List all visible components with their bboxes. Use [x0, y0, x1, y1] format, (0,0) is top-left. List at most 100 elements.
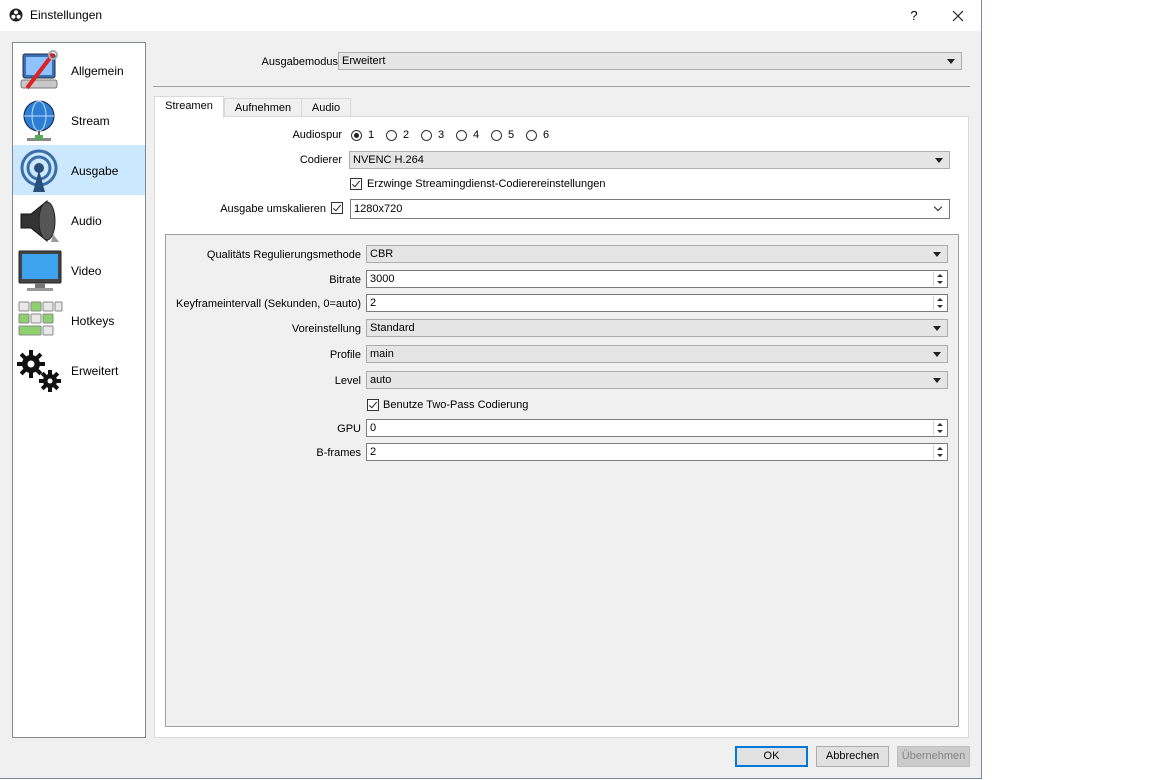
chevron-down-icon — [947, 59, 955, 64]
audio-track-radio-label: 4 — [473, 129, 480, 141]
sidebar-item-label: Allgemein — [71, 64, 124, 78]
sidebar-item-label: Video — [71, 264, 102, 278]
audio-track-radio-label: 6 — [543, 129, 550, 141]
sidebar-item-label: Ausgabe — [71, 164, 119, 178]
encoder-value: NVENC H.264 — [353, 154, 424, 166]
force-streaming-settings-checkbox[interactable] — [350, 178, 362, 190]
encoder-select[interactable]: NVENC H.264 — [349, 151, 950, 169]
preset-value: Standard — [370, 322, 415, 334]
output-mode-label: Ausgabemodus — [261, 56, 338, 68]
spin-buttons[interactable] — [933, 445, 946, 459]
two-pass-checkbox[interactable] — [367, 399, 379, 411]
audio-track-radio-label: 2 — [403, 129, 410, 141]
chevron-down-icon — [933, 252, 941, 257]
sidebar-item-label: Audio — [71, 214, 102, 228]
sidebar-item-erweitert[interactable]: Erweitert — [13, 345, 145, 395]
audio-track-radio-1[interactable] — [351, 130, 362, 141]
audio-track-radio-3[interactable] — [421, 130, 432, 141]
streamen-tab-panel: Audiospur 1 2 3 4 5 6 Codierer NVENC H.2… — [154, 116, 969, 738]
spin-up-icon — [937, 423, 943, 426]
audio-track-radio-2[interactable] — [386, 130, 397, 141]
spin-down-icon — [937, 454, 943, 457]
cancel-button[interactable]: Abbrechen — [816, 746, 889, 767]
spin-up-icon — [937, 298, 943, 301]
close-icon[interactable] — [940, 4, 976, 28]
chevron-down-icon — [933, 326, 941, 331]
two-pass-label: Benutze Two-Pass Codierung — [383, 399, 529, 411]
divider — [153, 86, 970, 87]
computer-wrench-icon — [20, 50, 58, 90]
bitrate-label: Bitrate — [329, 274, 361, 286]
bitrate-value: 3000 — [370, 273, 395, 285]
rescale-resolution-select[interactable]: 1280x720 — [350, 199, 950, 219]
spin-buttons[interactable] — [933, 272, 946, 286]
title-bar: Einstellungen ? — [0, 0, 981, 31]
spin-down-icon — [937, 430, 943, 433]
gpu-spinbox[interactable]: 0 — [366, 419, 948, 437]
settings-window: Einstellungen ? Allgemein Stream Ausgabe… — [0, 0, 982, 779]
sidebar-item-label: Erweitert — [71, 364, 119, 378]
output-settings-panel: Ausgabemodus Erweitert Streamen Aufnehme… — [153, 42, 970, 738]
bframes-spinbox[interactable]: 2 — [366, 443, 948, 461]
bitrate-spinbox[interactable]: 3000 — [366, 270, 948, 288]
apply-button[interactable]: Übernehmen — [897, 746, 970, 767]
bframes-label: B-frames — [316, 447, 361, 459]
rate-control-label: Qualitäts Regulierungsmethode — [206, 249, 361, 261]
output-mode-select[interactable]: Erweitert — [338, 52, 962, 70]
spin-up-icon — [937, 274, 943, 277]
gpu-value: 0 — [370, 422, 377, 434]
rate-control-select[interactable]: CBR — [366, 245, 948, 263]
tab-streamen[interactable]: Streamen — [154, 96, 224, 118]
sidebar-item-ausgabe[interactable]: Ausgabe — [13, 145, 145, 195]
sidebar-item-hotkeys[interactable]: Hotkeys — [13, 295, 145, 345]
rescale-output-label: Ausgabe umskalieren — [220, 203, 326, 215]
broadcast-antenna-icon — [20, 149, 58, 192]
rescale-output-checkbox[interactable] — [331, 202, 343, 214]
speaker-icon — [20, 199, 59, 243]
gpu-label: GPU — [337, 423, 361, 435]
preset-label: Voreinstellung — [291, 323, 361, 335]
sidebar-item-audio[interactable]: Audio — [13, 195, 145, 245]
profile-select[interactable]: main — [366, 345, 948, 363]
sidebar-item-stream[interactable]: Stream — [13, 95, 145, 145]
preset-select[interactable]: Standard — [366, 319, 948, 337]
audio-track-radio-6[interactable] — [526, 130, 537, 141]
level-value: auto — [370, 374, 392, 386]
audio-track-radio-5[interactable] — [491, 130, 502, 141]
rate-control-value: CBR — [370, 248, 394, 260]
spin-buttons[interactable] — [933, 296, 946, 310]
profile-label: Profile — [329, 349, 361, 361]
encoder-settings-group: Qualitäts Regulierungsmethode CBR Bitrat… — [165, 234, 959, 727]
sidebar-item-label: Hotkeys — [71, 314, 115, 328]
sidebar-item-video[interactable]: Video — [13, 245, 145, 295]
profile-value: main — [370, 348, 394, 360]
audio-track-label: Audiospur — [292, 129, 342, 141]
keyframe-interval-value: 2 — [370, 297, 377, 309]
tab-aufnehmen[interactable]: Aufnehmen — [224, 98, 302, 117]
keyboard-icon — [18, 301, 63, 336]
spin-up-icon — [937, 447, 943, 450]
audio-track-radio-4[interactable] — [456, 130, 467, 141]
spin-down-icon — [937, 281, 943, 284]
level-select[interactable]: auto — [366, 371, 948, 389]
gears-icon — [17, 350, 61, 392]
audio-track-radio-label: 3 — [438, 129, 445, 141]
chevron-down-icon — [933, 352, 941, 357]
window-title: Einstellungen — [30, 8, 103, 22]
force-streaming-settings-label: Erzwinge Streamingdienst-Codierereinstel… — [367, 178, 606, 190]
ok-button[interactable]: OK — [735, 746, 808, 767]
chevron-down-icon — [935, 158, 943, 163]
tab-audio[interactable]: Audio — [301, 98, 351, 117]
sidebar-item-allgemein[interactable]: Allgemein — [13, 45, 145, 95]
level-label: Level — [334, 375, 361, 387]
audio-track-radio-label: 5 — [508, 129, 515, 141]
sidebar-item-label: Stream — [71, 114, 110, 128]
keyframe-interval-spinbox[interactable]: 2 — [366, 294, 948, 312]
globe-network-icon — [23, 100, 55, 141]
monitor-icon — [18, 250, 62, 291]
spin-buttons[interactable] — [933, 421, 946, 435]
chevron-down-icon — [933, 378, 941, 383]
settings-sidebar: Allgemein Stream Ausgabe Audio Video Hot… — [12, 42, 146, 738]
output-mode-value: Erweitert — [342, 55, 386, 67]
help-button[interactable]: ? — [898, 4, 930, 28]
